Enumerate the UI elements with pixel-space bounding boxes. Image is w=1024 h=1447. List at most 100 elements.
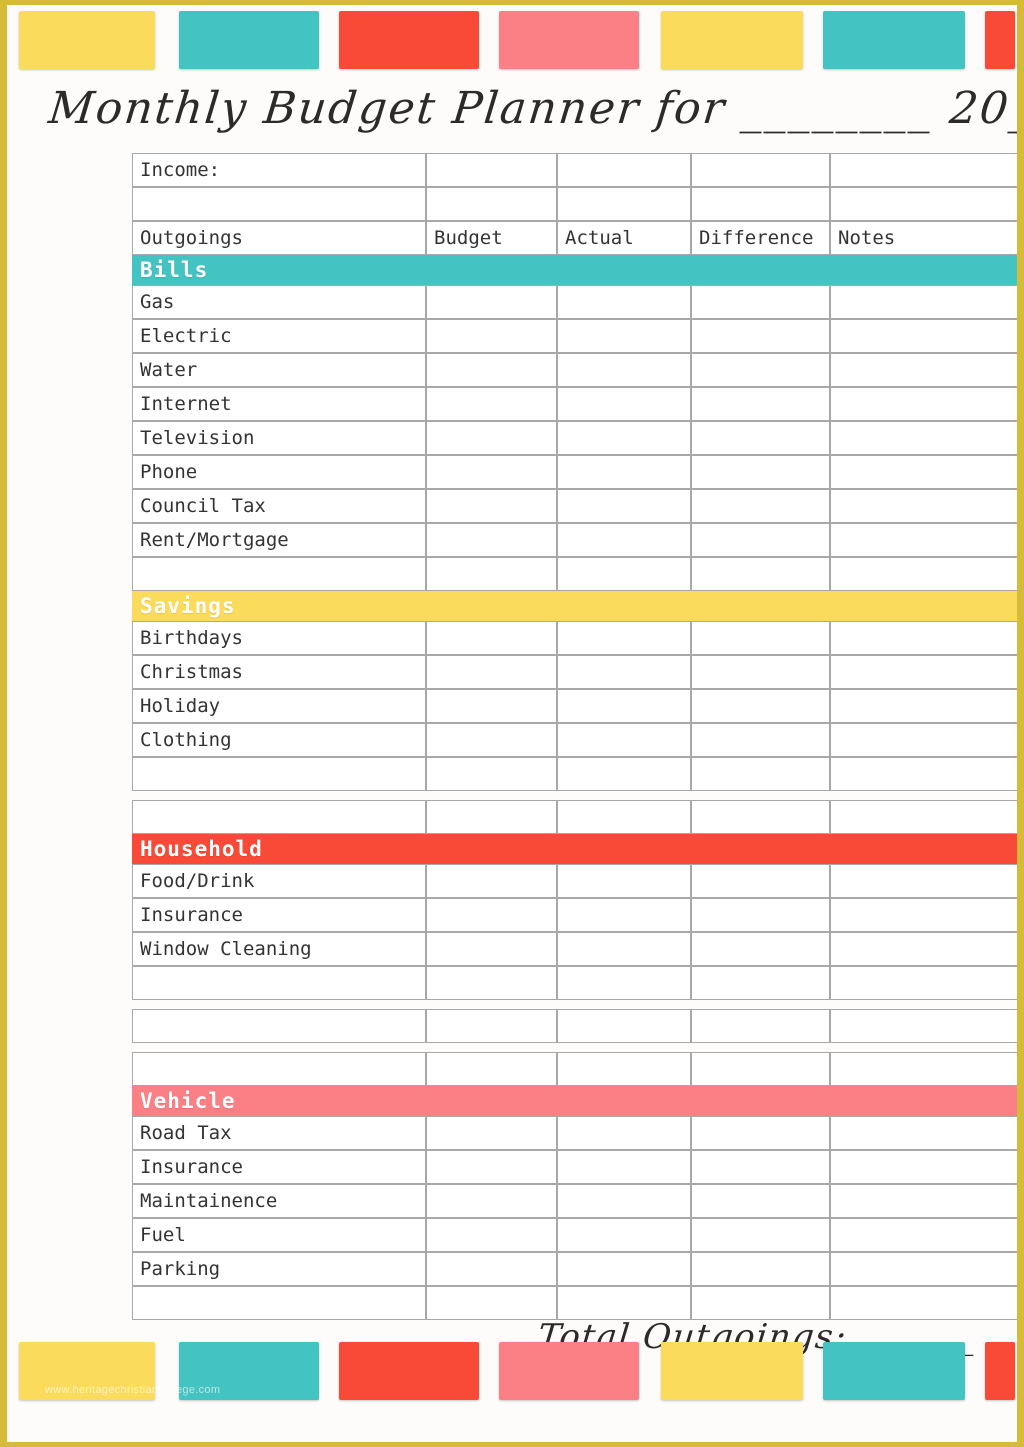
cell-notes-input[interactable] — [830, 1052, 1017, 1086]
income-blank-cell[interactable] — [132, 187, 426, 221]
row-label-council-tax[interactable]: Council Tax — [132, 489, 426, 523]
cell-diff-input[interactable] — [691, 1052, 830, 1086]
row-label-internet[interactable]: Internet — [132, 387, 426, 421]
cell-actual-input[interactable] — [557, 655, 691, 689]
cell-budget-input[interactable] — [426, 1218, 557, 1252]
row-label-insurance[interactable]: Insurance — [132, 898, 426, 932]
income-label-cell[interactable]: Income: — [132, 153, 426, 187]
cell-diff-input[interactable] — [691, 489, 830, 523]
cell-budget-input[interactable] — [426, 689, 557, 723]
cell-diff-input[interactable] — [691, 1150, 830, 1184]
cell-budget-input[interactable] — [426, 187, 557, 221]
row-label-birthdays[interactable]: Birthdays — [132, 621, 426, 655]
cell-diff-input[interactable] — [691, 723, 830, 757]
cell-diff-input[interactable] — [691, 966, 830, 1000]
cell-notes-input[interactable] — [830, 757, 1017, 791]
row-label-christmas[interactable]: Christmas — [132, 655, 426, 689]
cell-diff-input[interactable] — [691, 864, 830, 898]
cell-budget-input[interactable] — [426, 723, 557, 757]
cell-actual-input[interactable] — [557, 966, 691, 1000]
cell-budget-input[interactable] — [426, 1052, 557, 1086]
cell-budget-input[interactable] — [426, 655, 557, 689]
cell-notes-input[interactable] — [830, 723, 1017, 757]
cell-actual-input[interactable] — [557, 387, 691, 421]
cell-diff-input[interactable] — [691, 455, 830, 489]
row-label-blank[interactable] — [132, 1009, 426, 1043]
row-label-blank[interactable] — [132, 757, 426, 791]
cell-notes-input[interactable] — [830, 387, 1017, 421]
cell-budget-input[interactable] — [426, 387, 557, 421]
cell-budget-input[interactable] — [426, 353, 557, 387]
cell-notes-input[interactable] — [830, 898, 1017, 932]
cell-budget-input[interactable] — [426, 864, 557, 898]
cell-actual-input[interactable] — [557, 1116, 691, 1150]
cell-notes-input[interactable] — [830, 187, 1017, 221]
cell-budget-input[interactable] — [426, 1286, 557, 1320]
cell-budget-input[interactable] — [426, 800, 557, 834]
cell-notes-input[interactable] — [830, 353, 1017, 387]
cell-budget-input[interactable] — [426, 898, 557, 932]
row-label-gas[interactable]: Gas — [132, 285, 426, 319]
cell-diff-input[interactable] — [691, 1009, 830, 1043]
cell-notes-input[interactable] — [830, 153, 1017, 187]
cell-notes-input[interactable] — [830, 319, 1017, 353]
cell-diff-input[interactable] — [691, 319, 830, 353]
cell-budget-input[interactable] — [426, 932, 557, 966]
cell-actual-input[interactable] — [557, 557, 691, 591]
cell-diff-input[interactable] — [691, 285, 830, 319]
cell-actual-input[interactable] — [557, 353, 691, 387]
cell-diff-input[interactable] — [691, 800, 830, 834]
cell-budget-input[interactable] — [426, 557, 557, 591]
cell-notes-input[interactable] — [830, 621, 1017, 655]
cell-budget-input[interactable] — [426, 285, 557, 319]
cell-budget-input[interactable] — [426, 319, 557, 353]
cell-actual-input[interactable] — [557, 319, 691, 353]
cell-notes-input[interactable] — [830, 932, 1017, 966]
cell-actual-input[interactable] — [557, 187, 691, 221]
cell-budget-input[interactable] — [426, 1252, 557, 1286]
cell-budget-input[interactable] — [426, 455, 557, 489]
cell-notes-input[interactable] — [830, 523, 1017, 557]
cell-actual-input[interactable] — [557, 864, 691, 898]
cell-notes-input[interactable] — [830, 689, 1017, 723]
cell-actual-input[interactable] — [557, 932, 691, 966]
cell-actual-input[interactable] — [557, 455, 691, 489]
cell-diff-input[interactable] — [691, 757, 830, 791]
cell-actual-input[interactable] — [557, 489, 691, 523]
cell-notes-input[interactable] — [830, 285, 1017, 319]
cell-diff-input[interactable] — [691, 187, 830, 221]
cell-notes-input[interactable] — [830, 421, 1017, 455]
row-label-water[interactable]: Water — [132, 353, 426, 387]
cell-notes-input[interactable] — [830, 1116, 1017, 1150]
cell-budget-input[interactable] — [426, 757, 557, 791]
cell-budget-input[interactable] — [426, 1184, 557, 1218]
cell-diff-input[interactable] — [691, 621, 830, 655]
row-label-parking[interactable]: Parking — [132, 1252, 426, 1286]
cell-notes-input[interactable] — [830, 557, 1017, 591]
cell-actual-input[interactable] — [557, 285, 691, 319]
row-label-holiday[interactable]: Holiday — [132, 689, 426, 723]
row-label-rent-mortgage[interactable]: Rent/Mortgage — [132, 523, 426, 557]
row-label-blank[interactable] — [132, 800, 426, 834]
row-label-clothing[interactable]: Clothing — [132, 723, 426, 757]
cell-diff-input[interactable] — [691, 557, 830, 591]
row-label-blank[interactable] — [132, 1286, 426, 1320]
cell-diff-input[interactable] — [691, 689, 830, 723]
cell-actual-input[interactable] — [557, 898, 691, 932]
cell-diff-input[interactable] — [691, 353, 830, 387]
cell-notes-input[interactable] — [830, 1218, 1017, 1252]
cell-actual-input[interactable] — [557, 523, 691, 557]
cell-budget-input[interactable] — [426, 421, 557, 455]
cell-budget-input[interactable] — [426, 489, 557, 523]
cell-budget-input[interactable] — [426, 621, 557, 655]
cell-notes-input[interactable] — [830, 1286, 1017, 1320]
cell-actual-input[interactable] — [557, 1286, 691, 1320]
row-label-window-cleaning[interactable]: Window Cleaning — [132, 932, 426, 966]
cell-notes-input[interactable] — [830, 1009, 1017, 1043]
cell-budget-input[interactable] — [426, 966, 557, 1000]
cell-actual-input[interactable] — [557, 1052, 691, 1086]
cell-actual-input[interactable] — [557, 1252, 691, 1286]
cell-actual-input[interactable] — [557, 1150, 691, 1184]
cell-budget-input[interactable] — [426, 1009, 557, 1043]
row-label-food-drink[interactable]: Food/Drink — [132, 864, 426, 898]
